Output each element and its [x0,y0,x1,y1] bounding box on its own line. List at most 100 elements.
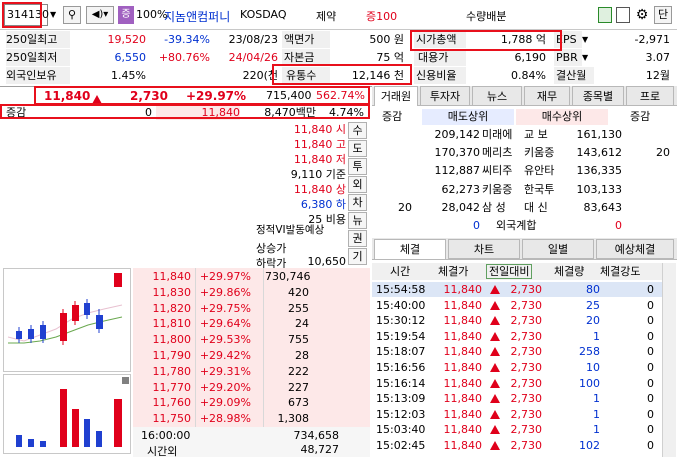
eps-value: -2,971 [634,33,670,46]
side-btn-sell[interactable]: 도 [348,140,367,157]
trade-change: 2,730 [510,439,543,452]
trade-change: 2,730 [510,283,543,296]
trade-change: 2,730 [510,423,543,437]
tab-broker[interactable]: 거래원 [374,86,418,106]
broker-buy-name: 키움증 [524,146,555,160]
trade-strength: 0 [647,345,654,359]
eps-label: EPS [554,31,582,48]
orderbook-row[interactable]: 11,790 +29.42% 28 [133,348,370,364]
trade-scrollbar[interactable] [662,263,676,457]
side-btn-chart[interactable]: 차 [348,194,367,211]
trade-price: 11,840 [443,314,483,328]
gear-icon[interactable]: ⚙ [634,6,650,24]
substitute-price-value: 6,190 [514,51,547,64]
orderbook-row[interactable]: 11,820 +29.75% 255 [133,301,370,317]
broker-sell-name: 씨티주 [482,164,513,178]
summary-row: 9,110 기준 [290,168,346,181]
pbr-dropdown-icon[interactable]: ▼ [582,49,588,66]
trade-change: 2,730 [510,314,543,328]
search-icon[interactable]: ⚲ [63,6,81,24]
tab-daily[interactable]: 일별 [522,239,594,259]
volume-chart-svg [16,377,129,447]
ob-price: 11,830 [152,285,192,299]
broker-sell-qty: 209,142 [434,128,481,141]
panel-icon[interactable] [598,7,612,23]
side-btn-news[interactable]: 뉴 [348,212,367,229]
trade-qty: 10 [586,361,600,374]
stock-code-input[interactable]: 314130 [4,4,49,26]
current-price: 11,840 [44,89,91,103]
broker-buy-name: 유안타 [524,164,555,178]
tab-by-stock[interactable]: 종목별 [572,86,624,106]
broker-buy-name: 교 보 [524,128,548,141]
tab-investor[interactable]: 투자자 [420,86,470,106]
side-btn-buy[interactable]: 수 [348,122,367,139]
trade-price: 11,840 [443,298,483,312]
high-250-value: 19,520 [107,33,147,46]
ob-qty: 24 [295,317,309,331]
tab-expected[interactable]: 예상체결 [596,239,674,259]
toolbar: 314130 ▼ ⚲ ◀)▾ 증 100% 지놈앤컴퍼니 KOSDAQ 제약 증… [0,0,677,30]
trade-price: 11,840 [443,376,483,390]
vi-down-value: 10,650 [307,255,347,268]
tab-program[interactable]: 프로 [626,86,674,106]
broker-row: 62,273 키움증 한국투 103,133 [374,182,677,198]
tab-trades[interactable]: 체결 [374,239,446,259]
margin-label: 증100 [366,10,398,23]
capital-label: 자본금 [282,49,330,66]
orderbook-row[interactable]: 11,810 +29.64% 24 [133,316,370,332]
tab-news[interactable]: 뉴스 [472,86,522,106]
end-button[interactable]: 단 [654,6,672,24]
side-btn-etc[interactable]: 기 [348,248,367,265]
orderbook-row[interactable]: 11,840 +29.97% 730,746 [133,269,370,285]
trade-price: 11,840 [443,407,483,421]
broker-row: 170,370 메리츠 키움증 143,612 20 [374,145,677,161]
broker-sell-name: 삼 성 [482,200,506,214]
orderbook-row[interactable]: 11,760 +29.09% 673 [133,395,370,411]
orderbook-row[interactable]: 11,800 +29.53% 755 [133,332,370,348]
margin-icon[interactable]: 증 [118,6,134,24]
orderbook-row[interactable]: 11,780 +29.31% 222 [133,364,370,380]
change-label: 증감 [6,106,27,119]
side-btn-foreign[interactable]: 외 [348,176,367,193]
volume: 715,400 [266,89,312,102]
summary-row: 11,840 고 [293,138,346,151]
broker-sell-name: 키움증 [482,182,513,196]
margin-pct: 100% [136,8,168,21]
eps-dropdown-icon[interactable]: ▼ [582,31,588,48]
volume-dist-label: 수량배분 [466,10,507,23]
sound-icon[interactable]: ◀)▾ [86,6,114,24]
ob-qty: 255 [288,301,309,315]
low-250-label: 250일최저 [6,49,70,66]
high-250-date: 23/08/23 [228,33,278,46]
summary-row: 11,840 저 [293,153,346,166]
broker-sell-qty: 28,042 [441,200,481,214]
broker-header: 증감 매도상위 매수상위 증감 [374,109,677,125]
side-btn-invest[interactable]: 투 [348,158,367,175]
trade-change: 2,730 [510,361,543,374]
trade-price: 11,840 [443,361,483,374]
code-dropdown-icon[interactable]: ▼ [50,8,60,22]
window-icon[interactable] [616,7,630,23]
low-250-value: 6,550 [114,51,147,64]
sector-label: 제약 [316,10,337,23]
orderbook-row[interactable]: 11,830 +29.86% 420 [133,285,370,301]
broker-sell-head: 매도상위 [422,109,514,125]
broker-sell-qty: 170,370 [434,146,481,160]
ob-qty: 755 [288,333,309,347]
credit-ratio-value: 0.84% [511,69,546,82]
trade-row: 15:03:40 11,840 2,730 1 0 [372,422,662,437]
broker-row: 20 28,042 삼 성 대 신 83,643 [374,200,677,216]
broker-sell-change-head: 증감 [382,110,403,123]
trade-qty: 1 [593,329,600,343]
side-btn-rights[interactable]: 권 [348,230,367,247]
ob-time: 16:00:00 [141,429,191,442]
trade-row: 15:19:54 11,840 2,730 1 0 [372,329,662,344]
broker-buy-qty: 161,130 [576,128,623,141]
tab-chart[interactable]: 차트 [448,239,520,259]
ob-rate: +29.53% [199,333,251,347]
orderbook-row[interactable]: 11,750 +28.98% 1,308 [133,411,370,427]
orderbook-row[interactable]: 11,770 +29.20% 227 [133,380,370,396]
tab-finance[interactable]: 재무 [524,86,570,106]
trade-strength: 0 [647,283,654,296]
